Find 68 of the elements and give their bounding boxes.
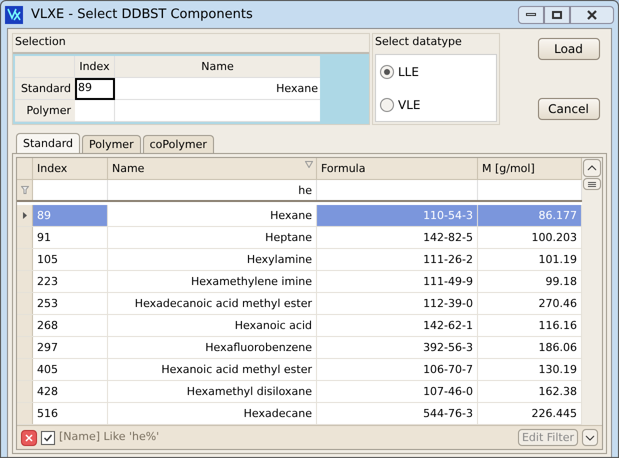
table-cell: Heptane: [108, 227, 317, 248]
table-cell: 268: [33, 315, 108, 336]
dialog-button[interactable]: Load: [538, 38, 600, 60]
filter-expression: [Name] Like 'he%': [59, 429, 160, 446]
table-cell: 111-26-2: [317, 249, 478, 270]
table-cell: 110-54-3: [317, 205, 478, 226]
window-title: VLXE - Select DDBST Components: [31, 6, 253, 24]
table-cell: 544-76-3: [317, 403, 478, 424]
table-cell: 405: [33, 359, 108, 380]
chevron-up-icon: [587, 165, 597, 171]
close-icon: [25, 434, 33, 442]
table-cell: 297: [33, 337, 108, 358]
column-header[interactable]: Name: [108, 158, 317, 179]
scroll-down-button[interactable]: [582, 429, 598, 446]
funnel-icon: [20, 186, 28, 194]
table-cell: Hexafluorobenzene: [108, 337, 317, 358]
radio-label[interactable]: VLE: [398, 96, 420, 114]
table-cell: 106-70-7: [317, 359, 478, 380]
table-cell: Hexadecane: [108, 403, 317, 424]
tab[interactable]: Standard: [16, 133, 80, 154]
filter-cell[interactable]: he: [108, 180, 317, 200]
scroll-up-button[interactable]: [583, 159, 601, 177]
table-cell: 516: [33, 403, 108, 424]
index-cell[interactable]: 89: [75, 78, 115, 100]
table-cell: 89: [33, 205, 108, 226]
radio-label[interactable]: LLE: [398, 62, 419, 80]
clear-filter-button[interactable]: [21, 430, 37, 446]
table-cell: 91: [33, 227, 108, 248]
table-cell: Hexamethyl disiloxane: [108, 381, 317, 402]
filter-checkbox[interactable]: [41, 430, 55, 444]
table-cell: Hexadecanoic acid methyl ester: [108, 293, 317, 314]
radio-button[interactable]: [380, 64, 394, 78]
table-cell: Hexanoic acid: [108, 315, 317, 336]
table-cell: 142-82-5: [317, 227, 478, 248]
table-cell: Hexanoic acid methyl ester: [108, 359, 317, 380]
table-cell: 392-56-3: [317, 337, 478, 358]
chevron-down-icon: [585, 434, 595, 440]
app-logo-icon: [5, 6, 23, 24]
table-cell: 111-49-9: [317, 271, 478, 292]
close-icon: [586, 10, 598, 20]
maximize-button[interactable]: [544, 6, 570, 24]
row-pointer-icon: [22, 212, 26, 219]
radio-button[interactable]: [380, 98, 394, 112]
table-cell: 428: [33, 381, 108, 402]
table-cell: 142-62-1: [317, 315, 478, 336]
column-header: Index: [75, 56, 115, 78]
table-cell: 107-46-0: [317, 381, 478, 402]
filter-icon: [305, 161, 313, 168]
row-header: Standard: [15, 78, 75, 100]
table-cell: 253: [33, 293, 108, 314]
tab[interactable]: coPolymer: [142, 135, 214, 153]
column-header[interactable]: Formula: [317, 158, 478, 179]
close-button[interactable]: [570, 6, 614, 24]
table-cell: 86.177: [478, 205, 582, 226]
check-icon: [43, 432, 53, 442]
row-header[interactable]: [17, 205, 33, 226]
table-cell: 223: [33, 271, 108, 292]
minimize-button[interactable]: [518, 6, 544, 24]
row-header: Polymer: [15, 100, 75, 122]
panel-title: Select datatype: [374, 34, 463, 50]
scroll-thumb[interactable]: [583, 178, 601, 190]
table-cell: 105: [33, 249, 108, 270]
table-cell: Hexylamine: [108, 249, 317, 270]
table-cell: Hexamethylene imine: [108, 271, 317, 292]
dialog-button[interactable]: Cancel: [538, 98, 600, 120]
table-cell: 112-39-0: [317, 293, 478, 314]
tab[interactable]: Polymer: [82, 135, 141, 153]
column-header[interactable]: Index: [33, 158, 108, 179]
